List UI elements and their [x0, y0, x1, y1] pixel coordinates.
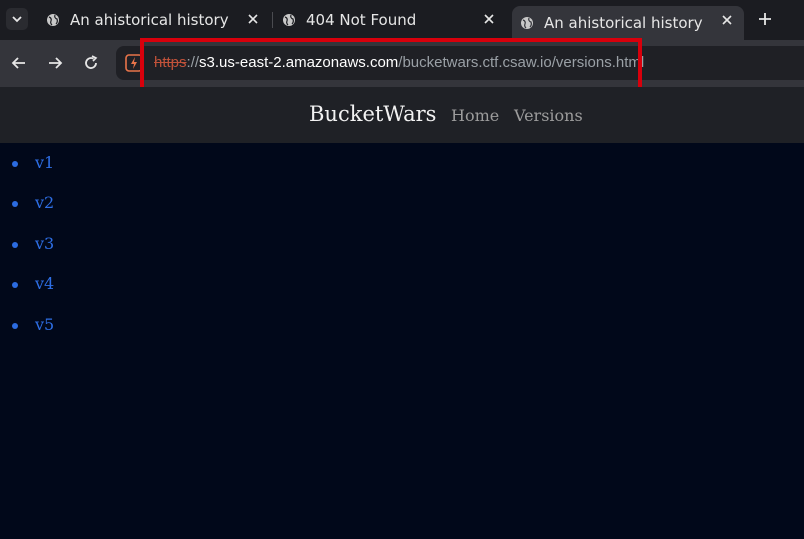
tab-title: An ahistorical history — [70, 11, 229, 29]
versions-list: v1 v2 v3 v4 v5 — [0, 143, 804, 345]
list-item: v3 — [0, 224, 804, 264]
close-icon[interactable] — [720, 13, 734, 27]
list-bullet — [12, 322, 18, 329]
list-bullet — [12, 161, 18, 167]
close-icon[interactable] — [482, 12, 496, 26]
tab-title: 404 Not Found — [306, 11, 417, 29]
globe-icon — [521, 17, 533, 29]
globe-icon — [283, 14, 295, 26]
tab-title: An ahistorical history — [544, 14, 703, 32]
globe-icon — [47, 14, 59, 26]
browser-tab-2[interactable]: 404 Not Found — [276, 6, 506, 34]
nav-link-versions[interactable]: Versions — [514, 106, 583, 125]
tab-divider — [272, 12, 273, 28]
list-item: v5 — [0, 305, 804, 345]
list-item: v4 — [0, 264, 804, 304]
browser-tab-1[interactable]: An ahistorical history — [40, 6, 270, 34]
list-bullet — [12, 282, 18, 289]
reload-icon[interactable] — [81, 53, 101, 73]
chevron-down-icon — [12, 16, 22, 23]
list-bullet — [12, 201, 18, 208]
forward-arrow-icon[interactable] — [45, 53, 65, 73]
list-bullet — [12, 241, 18, 248]
version-link[interactable]: v2 — [35, 193, 54, 212]
version-link[interactable]: v5 — [35, 315, 54, 334]
site-navbar: BucketWars Home Versions — [0, 87, 804, 143]
new-tab-plus-icon[interactable] — [756, 10, 774, 28]
site-brand[interactable]: BucketWars — [309, 102, 436, 126]
back-arrow-icon[interactable] — [9, 53, 29, 73]
list-item: v1 — [0, 143, 804, 183]
tab-strip: An ahistorical history 404 Not Found An … — [0, 0, 804, 40]
version-link[interactable]: v3 — [35, 234, 54, 253]
version-link[interactable]: v1 — [35, 153, 54, 172]
browser-tab-3-active[interactable]: An ahistorical history — [512, 6, 744, 40]
tab-list-menu-button[interactable] — [6, 8, 28, 30]
list-item: v2 — [0, 183, 804, 223]
close-icon[interactable] — [246, 12, 260, 26]
version-link[interactable]: v4 — [35, 274, 54, 293]
nav-link-home[interactable]: Home — [451, 106, 499, 125]
